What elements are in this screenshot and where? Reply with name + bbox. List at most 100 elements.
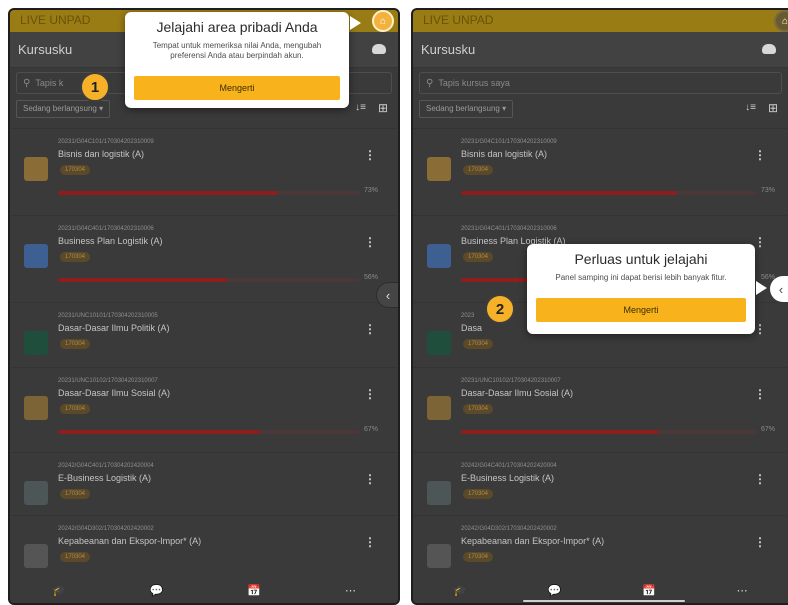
progress-bar <box>461 430 757 434</box>
cloud-download-icon[interactable] <box>762 44 776 54</box>
course-name[interactable]: Dasa <box>461 323 482 333</box>
got-it-button[interactable]: Mengerti <box>536 298 746 322</box>
course-name[interactable]: Kepabeanan dan Ekspor-Impor* (A) <box>58 536 201 546</box>
kebab-menu-icon[interactable]: ⋮ <box>754 323 766 335</box>
course-card[interactable]: 20242/G04D302/170304202420002 Kepabeanan … <box>413 515 788 575</box>
cloud-download-icon[interactable] <box>372 44 386 54</box>
kebab-menu-icon[interactable]: ⋮ <box>754 149 766 161</box>
nav-messages-icon[interactable]: 💬 <box>548 584 562 597</box>
course-name[interactable]: Bisnis dan logistik (A) <box>461 149 547 159</box>
kebab-menu-icon[interactable]: ⋮ <box>364 473 376 485</box>
app-title-bar: LIVE UNPAD <box>413 10 788 32</box>
nav-courses-icon[interactable]: 🎓 <box>453 584 467 597</box>
course-code: 20231/UNC10102/170304202310007 <box>58 378 158 384</box>
sort-icon[interactable]: ↓≡ <box>355 102 366 113</box>
screen-2: LIVE UNPAD ⌂ Kursusku ⚲ Tapis kursus say… <box>411 8 788 605</box>
course-card[interactable]: 20231/UNC10101/170304202310005 Dasar-Dasa… <box>10 302 398 367</box>
drawer-toggle-button[interactable]: ‹ <box>376 282 398 308</box>
nav-more-icon[interactable]: ⋯ <box>345 584 356 597</box>
progress-bar <box>461 191 757 195</box>
course-badge: 170304 <box>60 404 91 414</box>
course-card[interactable]: 20242/G04C401/170304202420004 E-Business … <box>413 452 788 515</box>
course-card[interactable]: 20242/G04C401/170304202420004 E-Business … <box>10 452 398 515</box>
course-code: 2023 <box>461 313 475 319</box>
grid-view-icon[interactable]: ⊞ <box>768 101 778 115</box>
course-card[interactable]: 20231/G04C101/170304202310009 Bisnis dan … <box>413 128 788 215</box>
course-name[interactable]: Dasar-Dasar Ilmu Sosial (A) <box>58 388 170 398</box>
kebab-menu-icon[interactable]: ⋮ <box>364 323 376 335</box>
grid-view-icon[interactable]: ⊞ <box>378 101 388 115</box>
progress-fill <box>58 278 228 282</box>
kebab-menu-icon[interactable]: ⋮ <box>364 388 376 400</box>
course-card[interactable]: 20231/G04C101/170304202310009 Bisnis dan … <box>10 128 398 215</box>
course-name[interactable]: Kepabeanan dan Ekspor-Impor* (A) <box>461 536 604 546</box>
got-it-button[interactable]: Mengerti <box>134 76 340 100</box>
course-code: 20242/G04C401/170304202420004 <box>58 463 154 469</box>
kebab-menu-icon[interactable]: ⋮ <box>754 236 766 248</box>
course-name[interactable]: E-Business Logistik (A) <box>58 473 151 483</box>
progress-percentage: 73% <box>761 187 776 194</box>
chevron-down-icon: ▾ <box>502 104 507 113</box>
kebab-menu-icon[interactable]: ⋮ <box>754 536 766 548</box>
course-code: 20231/UNC10102/170304202310007 <box>461 378 561 384</box>
tooltip-arrow <box>756 281 767 295</box>
course-card[interactable]: 20231/UNC10102/170304202310007 Dasar-Dasa… <box>10 367 398 452</box>
course-card[interactable]: 20231/G04C401/170304202310006 Business Pl… <box>10 215 398 302</box>
progress-fill <box>461 191 678 195</box>
course-name[interactable]: Bisnis dan logistik (A) <box>58 149 144 159</box>
status-filter-select[interactable]: Sedang berlangsung ▾ <box>419 100 514 118</box>
progress-percentage: 67% <box>761 426 776 433</box>
page-title: Kursusku <box>18 42 73 57</box>
course-name[interactable]: E-Business Logistik (A) <box>461 473 554 483</box>
step-badge: 2 <box>485 294 515 324</box>
nav-more-icon[interactable]: ⋯ <box>737 584 748 597</box>
kebab-menu-icon[interactable]: ⋮ <box>364 149 376 161</box>
progress-bar <box>58 191 360 195</box>
tooltip-title: Jelajahi area pribadi Anda <box>156 19 318 35</box>
page-header: Kursusku <box>413 32 788 68</box>
course-thumbnail <box>24 244 48 268</box>
nav-courses-icon[interactable]: 🎓 <box>52 584 66 597</box>
kebab-menu-icon[interactable]: ⋮ <box>754 473 766 485</box>
page-title: Kursusku <box>421 42 476 57</box>
sort-icon[interactable]: ↓≡ <box>745 102 756 113</box>
user-menu-button[interactable]: ⌂ <box>372 10 394 32</box>
status-filter-label: Sedang berlangsung <box>23 104 97 113</box>
course-code: 20242/G04D302/170304202420002 <box>58 526 154 532</box>
course-code: 20242/G04D302/170304202420002 <box>461 526 557 532</box>
course-badge: 170304 <box>60 252 91 262</box>
status-filter-select[interactable]: Sedang berlangsung ▾ <box>16 100 111 118</box>
course-name[interactable]: Dasar-Dasar Ilmu Sosial (A) <box>461 388 573 398</box>
nav-messages-icon[interactable]: 💬 <box>150 584 164 597</box>
tooltip-body: Panel samping ini dapat berisi lebih ban… <box>555 273 727 282</box>
search-icon: ⚲ <box>23 77 31 89</box>
course-name[interactable]: Business Plan Logistik (A) <box>58 236 163 246</box>
search-input[interactable]: ⚲ Tapis kursus saya <box>419 72 782 94</box>
course-badge: 170304 <box>60 489 91 499</box>
progress-bar <box>58 430 360 434</box>
progress-percentage: 56% <box>364 274 379 281</box>
progress-percentage: 73% <box>364 187 379 194</box>
course-name[interactable]: Dasar-Dasar Ilmu Politik (A) <box>58 323 170 333</box>
chevron-left-icon: ‹ <box>778 281 784 297</box>
course-badge: 170304 <box>463 489 494 499</box>
nav-calendar-icon[interactable]: 📅 <box>247 584 261 597</box>
course-badge: 170304 <box>463 552 494 562</box>
step-badge: 1 <box>80 72 110 102</box>
course-card[interactable]: 20231/UNC10102/170304202310007 Dasar-Dasa… <box>413 367 788 452</box>
nav-calendar-icon[interactable]: 📅 <box>642 584 656 597</box>
course-badge: 170304 <box>463 339 494 349</box>
kebab-menu-icon[interactable]: ⋮ <box>364 236 376 248</box>
kebab-menu-icon[interactable]: ⋮ <box>754 388 766 400</box>
home-icon: ⌂ <box>379 15 387 27</box>
course-thumbnail <box>427 544 451 568</box>
course-code: 20242/G04C401/170304202420004 <box>461 463 557 469</box>
kebab-menu-icon[interactable]: ⋮ <box>364 536 376 548</box>
app-title: LIVE UNPAD <box>20 13 91 27</box>
course-badge: 170304 <box>60 165 91 175</box>
bottom-nav: 🎓 💬 📅 ⋯ <box>10 577 398 603</box>
course-badge: 170304 <box>60 552 91 562</box>
course-thumbnail <box>427 157 451 181</box>
course-code: 20231/G04C401/170304202310006 <box>461 226 557 232</box>
course-card[interactable]: 20242/G04D302/170304202420002 Kepabeanan … <box>10 515 398 575</box>
